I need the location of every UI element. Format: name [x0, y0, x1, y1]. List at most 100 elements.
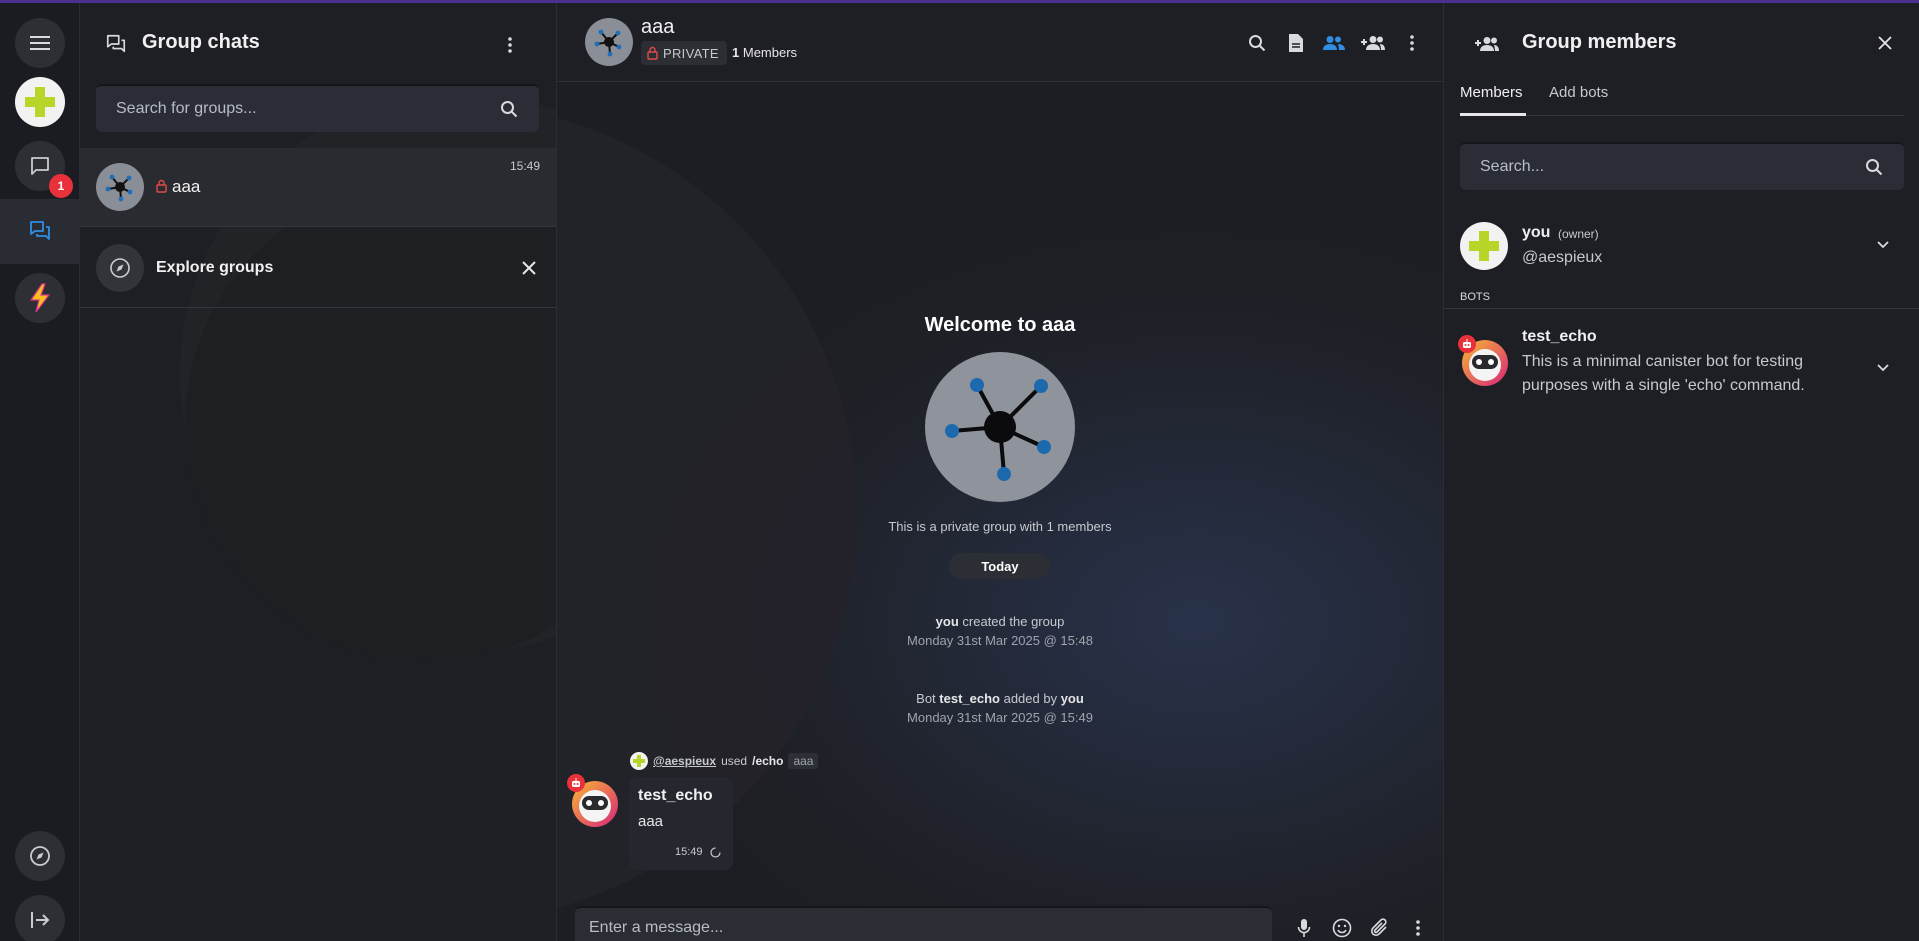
- members-panel-title: Group members: [1522, 31, 1677, 53]
- command-used-word: used: [721, 754, 748, 768]
- community-button[interactable]: [15, 273, 65, 323]
- left-rail: 1: [0, 3, 80, 941]
- bot-description-line: purposes with a single 'echo' command.: [1522, 377, 1805, 394]
- event-actor: you: [935, 614, 959, 629]
- command-name: /echo: [752, 754, 784, 768]
- command-context: @aespieux used /echo aaa: [630, 751, 819, 771]
- lock-icon: [647, 46, 658, 60]
- tab-add-bots[interactable]: Add bots: [1549, 84, 1608, 101]
- member-count-value: 1: [732, 45, 740, 60]
- event-middle: added by: [999, 691, 1061, 706]
- member-handle: @aespieux: [1522, 249, 1603, 266]
- private-badge: PRIVATE: [641, 41, 727, 65]
- private-group-description: This is a private group with 1 members: [888, 519, 1112, 534]
- bot-name: test_echo: [1522, 328, 1597, 345]
- bot-badge-icon: [567, 774, 585, 792]
- user-avatar-button[interactable]: [15, 77, 65, 127]
- search-icon[interactable]: [1864, 157, 1884, 177]
- search-icon[interactable]: [499, 99, 519, 119]
- emoji-icon[interactable]: [1330, 916, 1354, 940]
- chevron-down-icon[interactable]: [1876, 362, 1890, 374]
- private-label: PRIVATE: [663, 45, 719, 61]
- close-icon[interactable]: [520, 259, 538, 277]
- chevron-down-icon[interactable]: [1876, 239, 1890, 251]
- member-avatar: [1460, 222, 1508, 270]
- event-prefix: Bot: [916, 691, 940, 706]
- chat-avatar[interactable]: [585, 18, 633, 66]
- active-tab-indicator: [1460, 113, 1526, 116]
- lock-icon: [154, 178, 168, 194]
- command-invoker[interactable]: @aespieux: [653, 754, 716, 768]
- event-text: created the group: [958, 614, 1065, 629]
- event-timestamp: Monday 31st Mar 2025 @ 15:48: [907, 633, 1093, 648]
- tab-members[interactable]: Members: [1460, 84, 1523, 101]
- member-name: you: [1522, 224, 1551, 241]
- chat-header: aaa PRIVATE 1 Members: [557, 3, 1443, 82]
- message-sender[interactable]: test_echo: [638, 787, 713, 805]
- chat-title: aaa: [641, 16, 675, 38]
- group-chat-time: 15:49: [510, 159, 541, 173]
- event-bot-added: Bot test_echo added by you: [557, 691, 1443, 706]
- add-member-icon[interactable]: [1360, 31, 1386, 55]
- unread-badge: 1: [49, 174, 73, 198]
- group-chat-name: aaa: [172, 177, 201, 196]
- chat-bubble-icon: [29, 155, 51, 177]
- bot-description-line: This is a minimal canister bot for testi…: [1522, 353, 1803, 370]
- member-role: (owner): [1558, 227, 1599, 241]
- member-row[interactable]: you (owner) @aespieux: [1444, 215, 1919, 285]
- more-options-icon[interactable]: [1406, 916, 1430, 940]
- close-icon[interactable]: [1876, 34, 1894, 52]
- bot-row[interactable]: test_echo This is a minimal canister bot…: [1444, 323, 1919, 403]
- top-accent-line: [0, 0, 1919, 3]
- compass-icon: [96, 244, 144, 292]
- chat-view: aaa PRIVATE 1 Members Welcome to aaa Thi…: [557, 3, 1443, 941]
- plus-avatar-icon: [630, 752, 648, 770]
- message-bubble[interactable]: test_echo aaa 15:49: [629, 777, 733, 870]
- group-large-avatar: [925, 352, 1075, 502]
- member-search-box: [1460, 142, 1904, 190]
- microphone-icon[interactable]: [1292, 916, 1316, 940]
- message-text: aaa: [638, 813, 664, 830]
- compass-icon: [29, 845, 51, 867]
- date-divider: Today: [949, 553, 1051, 579]
- group-chats-icon: [28, 219, 52, 243]
- members-icon[interactable]: [1322, 31, 1346, 55]
- welcome-title: Welcome to aaa: [924, 314, 1076, 336]
- member-count-word: Members: [742, 45, 798, 60]
- group-avatar: [96, 163, 144, 211]
- plus-avatar-icon: [23, 85, 57, 119]
- explore-groups-label: Explore groups: [156, 259, 274, 276]
- event-timestamp: Monday 31st Mar 2025 @ 15:49: [907, 710, 1093, 725]
- search-icon[interactable]: [1245, 31, 1269, 55]
- menu-button[interactable]: [15, 18, 65, 68]
- section-divider: [1444, 308, 1919, 309]
- member-search-input[interactable]: [1480, 144, 1836, 190]
- add-member-icon: [1474, 33, 1500, 55]
- message-input[interactable]: [589, 908, 1217, 941]
- group-chats-icon: [103, 31, 129, 57]
- sending-status-icon: [709, 846, 721, 858]
- group-search-input[interactable]: [116, 86, 471, 132]
- explore-groups-row[interactable]: Explore groups: [80, 228, 556, 308]
- message-time: 15:49: [675, 846, 703, 858]
- logout-button[interactable]: [15, 895, 65, 941]
- group-search-box: [96, 84, 539, 132]
- group-members-panel: Group members Members Add bots you (owne…: [1443, 3, 1919, 941]
- bot-badge-icon: [1458, 335, 1476, 353]
- event-actor: you: [1060, 691, 1084, 706]
- lightning-icon: [27, 283, 53, 313]
- more-options-icon[interactable]: [500, 33, 520, 57]
- member-count[interactable]: 1 Members: [732, 45, 797, 60]
- command-arg: aaa: [788, 753, 819, 769]
- hamburger-icon: [30, 35, 50, 51]
- attachment-icon[interactable]: [1368, 916, 1392, 940]
- group-chats-header: Group chats: [80, 3, 556, 81]
- document-icon[interactable]: [1284, 31, 1308, 55]
- more-options-icon[interactable]: [1400, 31, 1424, 55]
- event-bot-name: test_echo: [939, 691, 1000, 706]
- group-chats-title: Group chats: [142, 31, 260, 53]
- explore-button[interactable]: [15, 831, 65, 881]
- tabs-border: [1460, 115, 1904, 116]
- group-chats-button[interactable]: [15, 206, 65, 256]
- group-chat-item[interactable]: aaa 15:49: [80, 148, 556, 227]
